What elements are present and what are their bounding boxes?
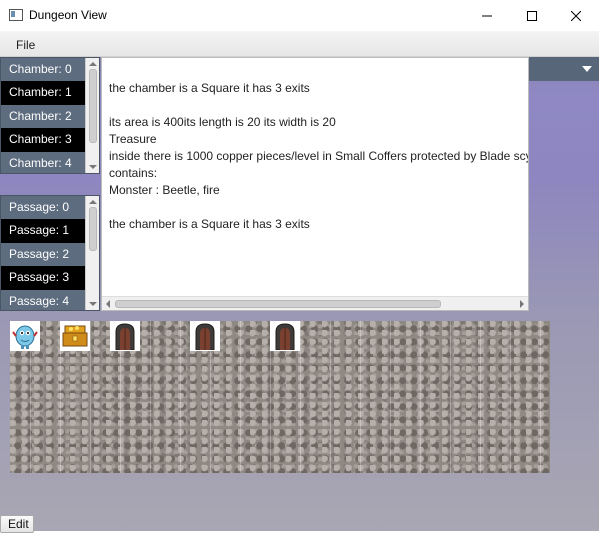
description-line: contains:: [109, 166, 158, 180]
dungeon-grid: [10, 321, 550, 473]
minimize-button[interactable]: [464, 0, 510, 31]
horizontal-scrollbar[interactable]: [102, 296, 528, 310]
passage-scrollbar[interactable]: [85, 196, 99, 310]
app-icon: [9, 9, 23, 21]
description-textarea[interactable]: the chamber is a Square it has 3 exits i…: [101, 57, 529, 311]
scroll-up-icon[interactable]: [89, 200, 97, 204]
door-icon: [195, 323, 215, 350]
scroll-down-icon[interactable]: [89, 165, 97, 169]
description-line: its area is 400its length is 20 its widt…: [109, 115, 336, 129]
door-tile[interactable]: [110, 321, 140, 351]
dropdown[interactable]: [529, 57, 599, 81]
maximize-button[interactable]: [509, 0, 555, 31]
treasure-chest-icon: [62, 325, 88, 347]
close-button[interactable]: [553, 0, 599, 31]
door-tile[interactable]: [270, 321, 300, 351]
menu-file[interactable]: File: [16, 38, 35, 52]
monster-tile[interactable]: [10, 321, 40, 351]
monster-icon: [12, 325, 38, 349]
description-line: Monster : Beetle, fire: [109, 183, 220, 197]
passage-list[interactable]: Passage: 0 Passage: 1 Passage: 2 Passage…: [0, 195, 100, 311]
treasure-tile[interactable]: [60, 321, 90, 351]
title-bar: Dungeon View: [0, 0, 599, 31]
window-title: Dungeon View: [29, 8, 107, 22]
description-line: inside there is 1000 copper pieces/level…: [109, 149, 529, 163]
door-icon: [275, 323, 295, 350]
scroll-thumb[interactable]: [89, 69, 97, 143]
maximize-icon: [527, 10, 537, 21]
door-tile[interactable]: [190, 321, 220, 351]
chevron-down-icon: [582, 66, 592, 72]
menu-bar: File: [0, 31, 599, 57]
scroll-thumb[interactable]: [115, 300, 441, 308]
scroll-up-icon[interactable]: [89, 62, 97, 66]
scroll-left-icon[interactable]: [106, 300, 110, 308]
scroll-down-icon[interactable]: [89, 302, 97, 306]
chamber-list[interactable]: Chamber: 0 Chamber: 1 Chamber: 2 Chamber…: [0, 57, 100, 174]
scroll-thumb[interactable]: [89, 207, 97, 251]
chamber-scrollbar[interactable]: [85, 58, 99, 173]
door-icon: [115, 323, 135, 350]
close-icon: [571, 10, 581, 21]
description-line: the chamber is a Square it has 3 exits: [109, 81, 310, 95]
description-line: the chamber is a Square it has 3 exits: [109, 217, 310, 231]
edit-button[interactable]: Edit: [0, 515, 34, 533]
scroll-right-icon[interactable]: [520, 300, 524, 308]
description-line: Treasure: [109, 132, 157, 146]
minimize-icon: [482, 15, 492, 16]
